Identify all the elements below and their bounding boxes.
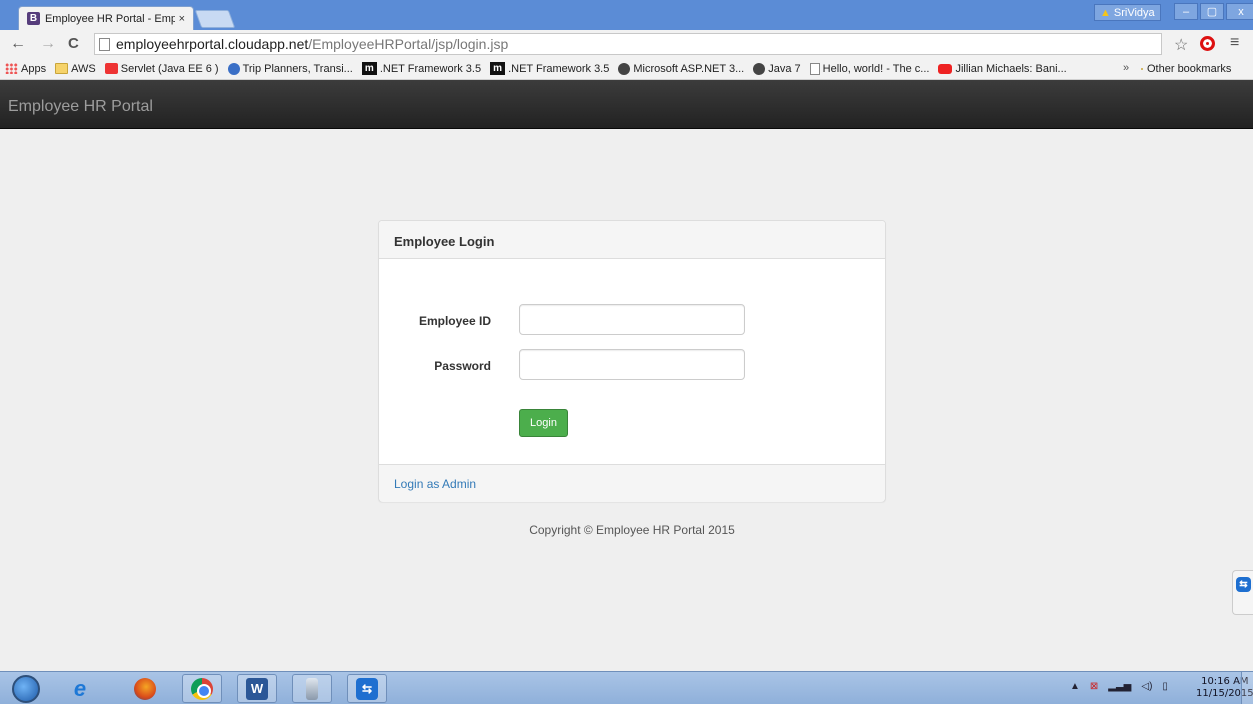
taskbar-ie[interactable]: e	[60, 674, 100, 703]
battery-icon[interactable]: ▯	[1162, 681, 1168, 692]
other-bookmarks[interactable]: Other bookmarks	[1141, 58, 1231, 80]
internet-explorer-icon: e	[73, 675, 87, 701]
taskbar-chrome[interactable]	[182, 674, 222, 703]
word-icon: W	[246, 677, 268, 700]
bootstrap-favicon-icon: B	[27, 12, 40, 25]
panel-footer: Login as Admin	[379, 464, 885, 502]
page-icon	[753, 62, 766, 75]
page-icon	[99, 37, 110, 51]
bookmark-net-framework-2[interactable]: m .NET Framework 3.5	[490, 62, 609, 75]
taskbar-word[interactable]: W	[237, 674, 277, 703]
m-icon: m	[361, 62, 377, 75]
bookmark-servlet[interactable]: Servlet (Java EE 6 )	[104, 62, 219, 75]
browser-title-bar: B Employee HR Portal - Emp × ▲ SriVidya …	[0, 0, 1253, 30]
bookmark-label: AWS	[71, 62, 96, 75]
login-panel: Employee Login Employee ID Password Logi…	[378, 220, 886, 502]
taskbar-firefox[interactable]	[125, 674, 165, 703]
globe-icon	[227, 62, 240, 75]
bookmark-label: Java 7	[768, 62, 801, 75]
m-icon: m	[490, 62, 506, 75]
new-tab-button[interactable]	[194, 10, 236, 28]
phone-icon	[306, 677, 318, 700]
bookmark-label: Trip Planners, Transi...	[242, 62, 353, 75]
url-path: /EmployeeHRPortal/jsp/login.jsp	[308, 36, 509, 52]
bookmark-label: Apps	[21, 62, 47, 75]
tab-title: Employee HR Portal - Emp	[44, 12, 175, 25]
apps-icon	[5, 63, 18, 74]
teamviewer-side-tab[interactable]: ⇆	[1232, 570, 1253, 615]
profile-name: SriVidya	[1113, 6, 1155, 19]
back-arrow-icon[interactable]: ←	[10, 35, 26, 53]
folder-icon	[55, 63, 69, 74]
chrome-icon	[191, 677, 213, 700]
warning-icon: ▲	[1100, 6, 1111, 19]
teamviewer-icon: ⇆	[1236, 577, 1251, 592]
page-icon	[618, 62, 631, 75]
bookmarks-bar: Apps AWS Servlet (Java EE 6 ) Trip Plann…	[0, 58, 1253, 80]
bookmarks-more-icon[interactable]: »	[1123, 62, 1129, 74]
start-button[interactable]	[6, 674, 46, 703]
bookmark-jillian[interactable]: Jillian Michaels: Bani...	[938, 62, 1067, 75]
window-controls: – ▢ x	[1174, 3, 1253, 20]
windows-taskbar: e W ⇆ ▲ ⊠ ▂▃▅ ◁) ▯ 10:16 AM 11/15/2015	[0, 671, 1253, 704]
doc-icon	[809, 62, 820, 75]
signal-icon[interactable]: ▂▃▅	[1108, 681, 1131, 692]
password-input[interactable]	[519, 349, 745, 380]
network-error-icon[interactable]: ⊠	[1090, 681, 1098, 692]
show-hidden-icons-icon[interactable]: ▲	[1070, 681, 1080, 692]
app-navbar: Employee HR Portal	[0, 80, 1253, 129]
copyright-text: Copyright © Employee HR Portal 2015	[529, 523, 735, 537]
employee-id-input[interactable]	[519, 304, 745, 335]
show-desktop-button[interactable]	[1241, 672, 1253, 704]
other-bookmarks-label: Other bookmarks	[1147, 63, 1232, 75]
bookmark-hello-world[interactable]: Hello, world! - The c...	[809, 62, 930, 75]
navbar-brand[interactable]: Employee HR Portal	[8, 98, 153, 116]
tab-close-icon[interactable]: ×	[179, 13, 185, 25]
taskbar-phone-app[interactable]	[292, 674, 332, 703]
bookmark-star-icon[interactable]: ☆	[1174, 35, 1188, 55]
bookmark-trip-planners[interactable]: Trip Planners, Transi...	[227, 62, 353, 75]
bookmark-aws[interactable]: AWS	[55, 63, 96, 75]
bookmark-label: .NET Framework 3.5	[508, 62, 610, 75]
profile-button[interactable]: ▲ SriVidya	[1094, 4, 1161, 21]
windows-start-icon	[12, 674, 40, 703]
volume-icon[interactable]: ◁)	[1141, 681, 1152, 692]
bookmark-label: Microsoft ASP.NET 3...	[633, 62, 745, 75]
password-label: Password	[434, 359, 491, 373]
employee-id-label: Employee ID	[418, 314, 491, 328]
address-bar[interactable]: employeehrportal.cloudapp.net/EmployeeHR…	[94, 33, 1162, 55]
reload-icon[interactable]: C	[68, 35, 79, 52]
teamviewer-icon: ⇆	[356, 677, 378, 700]
maximize-button[interactable]: ▢	[1200, 3, 1224, 20]
browser-menu-icon[interactable]: ≡	[1230, 34, 1239, 52]
system-tray: ▲ ⊠ ▂▃▅ ◁) ▯	[1070, 681, 1168, 692]
url-host: employeehrportal.cloudapp.net	[116, 36, 309, 52]
panel-title: Employee Login	[379, 221, 885, 259]
minimize-button[interactable]: –	[1174, 3, 1198, 20]
forward-arrow-icon[interactable]: →	[40, 35, 56, 53]
bookmark-label: Servlet (Java EE 6 )	[120, 62, 219, 75]
oracle-icon	[104, 63, 118, 74]
login-as-admin-link[interactable]: Login as Admin	[394, 477, 476, 491]
firefox-icon	[134, 677, 156, 700]
bookmark-label: .NET Framework 3.5	[379, 62, 482, 75]
close-window-button[interactable]: x	[1226, 3, 1253, 20]
folder-icon	[1141, 68, 1143, 70]
bookmark-apps[interactable]: Apps	[5, 63, 46, 75]
youtube-icon	[938, 63, 953, 74]
bookmark-label: Jillian Michaels: Bani...	[955, 62, 1067, 75]
bookmark-aspnet[interactable]: Microsoft ASP.NET 3...	[618, 62, 745, 75]
bookmark-label: Hello, world! - The c...	[822, 62, 930, 75]
browser-tab[interactable]: B Employee HR Portal - Emp ×	[18, 6, 194, 30]
login-button[interactable]: Login	[519, 409, 568, 437]
taskbar-teamviewer[interactable]: ⇆	[347, 674, 387, 703]
browser-toolbar: ← → C employeehrportal.cloudapp.net/Empl…	[0, 30, 1253, 58]
bookmark-net-framework-1[interactable]: m .NET Framework 3.5	[361, 62, 482, 75]
extension-icon[interactable]	[1200, 36, 1215, 51]
bookmark-java7[interactable]: Java 7	[753, 62, 801, 75]
